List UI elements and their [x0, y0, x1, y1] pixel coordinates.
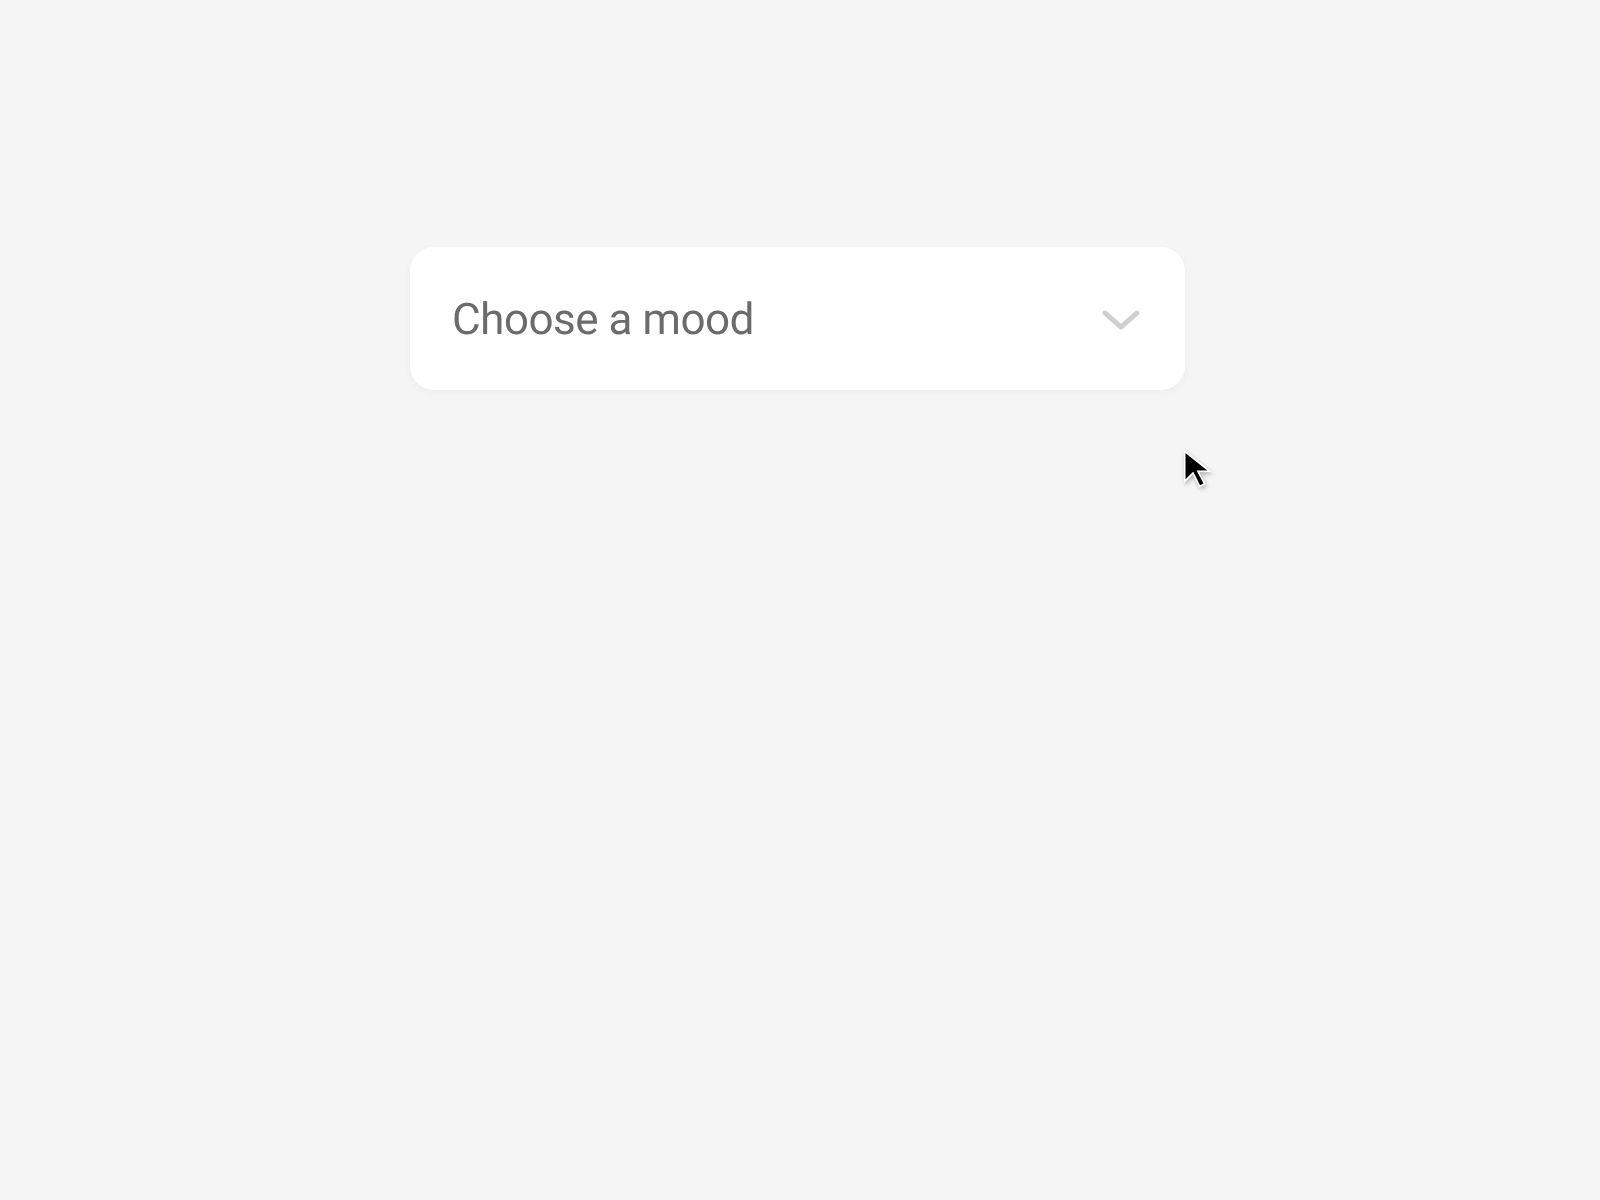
mood-dropdown[interactable]: Choose a mood	[410, 247, 1185, 390]
chevron-down-icon	[1101, 299, 1141, 339]
cursor-icon	[1178, 448, 1218, 488]
dropdown-placeholder: Choose a mood	[452, 293, 754, 345]
